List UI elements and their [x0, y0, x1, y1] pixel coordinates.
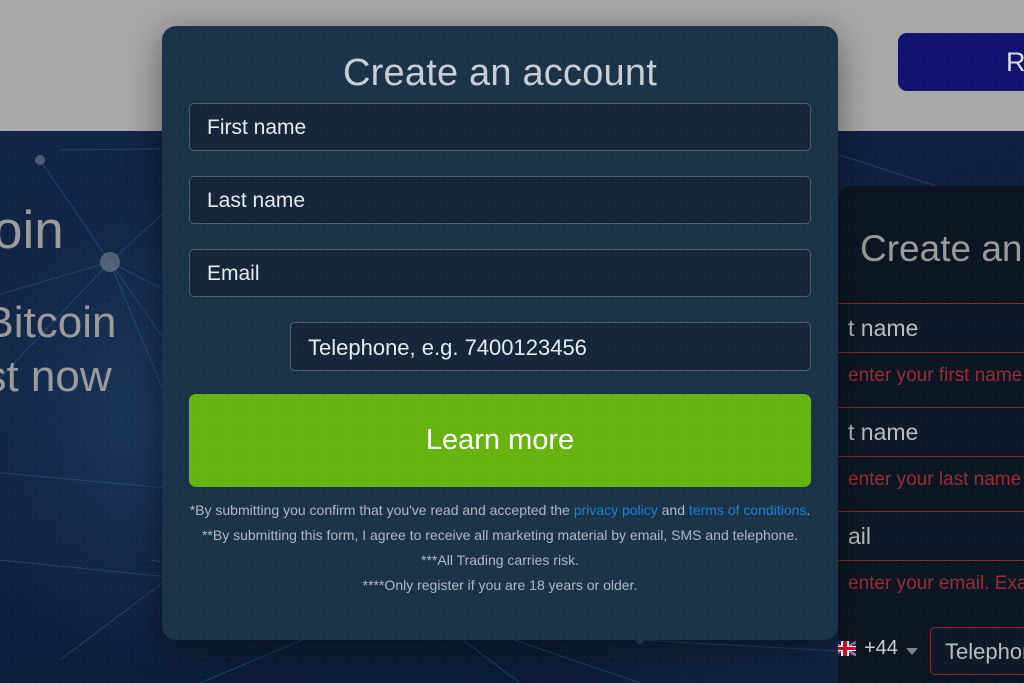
- uk-flag-icon: [838, 641, 856, 656]
- background-phone-row[interactable]: +44 Telephone, e: [838, 627, 1024, 675]
- telephone-placeholder: Telephone, e.g. 7400123456: [308, 335, 587, 360]
- email-placeholder: Email: [207, 262, 260, 285]
- disclaimer-line-4: ****Only register if you are 18 years or…: [362, 577, 638, 593]
- last-name-placeholder: Last name: [207, 189, 306, 212]
- background-registration-form: Create an t name enter your first name (…: [838, 186, 1024, 683]
- background-email-label: ail: [848, 523, 872, 549]
- disclaimer-line-3: ***All Trading carries risk.: [421, 552, 579, 568]
- chevron-down-icon[interactable]: [906, 648, 918, 655]
- hero-title: itcoin: [0, 201, 64, 260]
- hero-subtitle-line-2: vest now: [0, 352, 112, 401]
- background-first-name-label: t name: [848, 315, 919, 341]
- modal-title: Create an account: [343, 52, 657, 94]
- disclaimer-line-2: **By submitting this form, I agree to re…: [201, 527, 799, 543]
- phone-row: +44 Telephone, e.g. 7400123456: [189, 322, 811, 371]
- terms-of-conditions-link[interactable]: terms of conditions: [689, 502, 807, 518]
- first-name-placeholder: First name: [207, 116, 307, 139]
- learn-more-button[interactable]: Learn more: [189, 394, 811, 487]
- background-email-field[interactable]: ail: [838, 511, 1024, 561]
- background-last-name-label: t name: [848, 419, 919, 445]
- last-name-input[interactable]: Last name: [189, 176, 811, 224]
- background-dial-code[interactable]: +44: [864, 637, 898, 660]
- disclaimer-block: *By submitting you confirm that you've r…: [162, 498, 838, 598]
- create-account-modal: Create an account First name Last name E…: [162, 26, 838, 640]
- first-name-input[interactable]: First name: [189, 103, 811, 151]
- disclaimer-line-1: *By submitting you confirm that you've r…: [189, 502, 811, 518]
- background-form-title: Create an: [860, 228, 1023, 269]
- email-input[interactable]: Email: [189, 249, 811, 297]
- background-telephone-input[interactable]: Telephone, e: [930, 627, 1024, 675]
- background-last-name-field[interactable]: t name: [838, 407, 1024, 457]
- telephone-input[interactable]: Telephone, e.g. 7400123456: [290, 322, 811, 371]
- background-first-name-field[interactable]: t name: [838, 303, 1024, 353]
- register-button[interactable]: R: [898, 33, 1024, 91]
- hero-subtitle-line-1: ct Bitcoin: [0, 298, 117, 347]
- privacy-policy-link[interactable]: privacy policy: [574, 502, 658, 518]
